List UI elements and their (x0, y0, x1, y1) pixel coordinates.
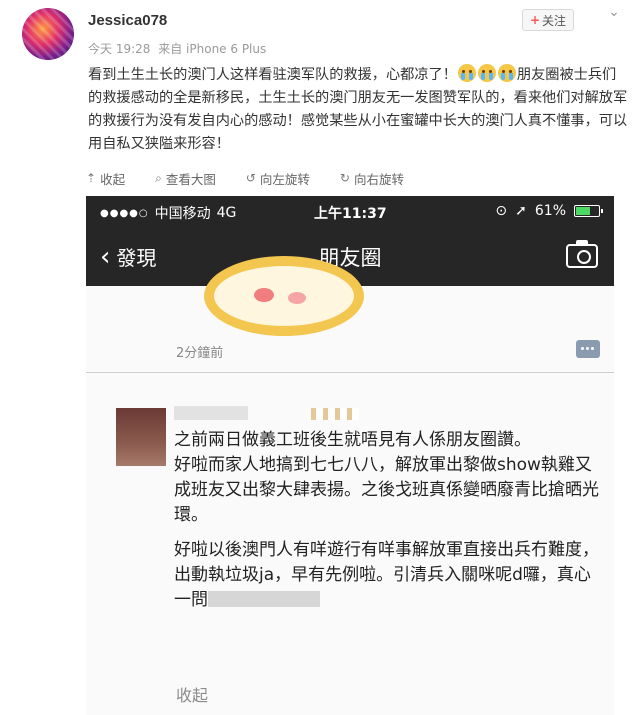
crying-emoji-icon (457, 64, 476, 82)
moment-time: 2分鐘前 (176, 346, 224, 361)
post-text-part1: 看到土生土长的澳门人这样看驻澳军队的救援，心都凉了！ (88, 67, 457, 83)
camera-icon[interactable] (566, 240, 598, 268)
post-timestamp: 今天 19:28 (88, 42, 151, 56)
post-meta: 今天 19:28 来自 iPhone 6 Plus (88, 40, 266, 57)
commenter-avatar (116, 408, 166, 466)
collapse-button[interactable]: ⇡ 收起 (86, 168, 125, 188)
view-large-button[interactable]: ⌕ 查看大图 (155, 168, 216, 188)
location-icon: ➚ (515, 203, 527, 219)
rotate-right-button[interactable]: ↻ 向右旋转 (340, 168, 404, 188)
phone-status-bar: ●●●●○ 中国移动 4G 上午11:37 ⊙ ➚ 61% (86, 196, 614, 228)
moment-collapse-link[interactable]: 收起 (176, 682, 208, 706)
commenter-name-emoji (311, 408, 359, 420)
username[interactable]: Jessica078 (88, 12, 167, 29)
carrier-label: 中国移动 (154, 206, 211, 222)
moment-text: 之前兩日做義工班後生就唔見有人係朋友圈讚。 好啦而家人地搞到七七八八，解放軍出黎… (174, 428, 604, 613)
collapse-label: 收起 (100, 171, 126, 187)
commenter-name-blurred (174, 406, 248, 420)
zoom-icon: ⌕ (155, 170, 162, 185)
blurred-text (208, 591, 320, 607)
crying-emoji-icon (477, 64, 496, 82)
moment-photo (204, 256, 364, 336)
moment-text-line1: 之前兩日做義工班後生就唔見有人係朋友圈讚。 (174, 430, 531, 450)
attached-screenshot[interactable]: ●●●●○ 中国移动 4G 上午11:37 ⊙ ➚ 61% ‹ 發現 朋友圈 2… (86, 196, 614, 715)
collapse-icon: ⇡ (86, 171, 97, 185)
divider (86, 372, 614, 373)
view-large-label: 查看大图 (165, 171, 216, 187)
rotate-right-icon: ↻ (339, 171, 350, 185)
rotation-lock-icon: ⊙ (495, 203, 508, 219)
battery-percent: 61% (534, 203, 566, 219)
post-text: 看到土生土长的澳门人这样看驻澳军队的救援，心都凉了！ 朋友圈被士兵们的救援感动的全… (88, 64, 628, 156)
crying-emoji-icon (497, 64, 516, 82)
more-options-icon[interactable]: ⌄ (602, 4, 626, 24)
battery-icon (574, 205, 603, 217)
comment-icon[interactable] (576, 340, 600, 358)
status-time: 上午11:37 (314, 206, 387, 222)
user-avatar[interactable] (22, 8, 74, 60)
post-source[interactable]: 来自 iPhone 6 Plus (158, 42, 266, 56)
nav-title: 朋友圈 (318, 246, 382, 270)
follow-label: 关注 (542, 13, 567, 28)
rotate-right-label: 向右旋转 (353, 171, 404, 187)
image-toolbar: ⇡ 收起 ⌕ 查看大图 ↺ 向左旋转 ↻ 向右旋转 (86, 168, 404, 188)
plus-icon: + (529, 13, 541, 27)
rotate-left-icon: ↺ (245, 171, 256, 185)
rotate-left-label: 向左旋转 (259, 171, 310, 187)
follow-button[interactable]: + 关注 (522, 9, 574, 31)
moment-text-line2: 好啦而家人地搞到七七八八，解放軍出黎做show執雞又成班友又出黎大肆表揚。之後戈… (174, 455, 599, 525)
network-label: 4G (216, 205, 237, 221)
rotate-left-button[interactable]: ↺ 向左旋转 (246, 168, 310, 188)
signal-dots-icon: ●●●●○ (100, 207, 149, 219)
